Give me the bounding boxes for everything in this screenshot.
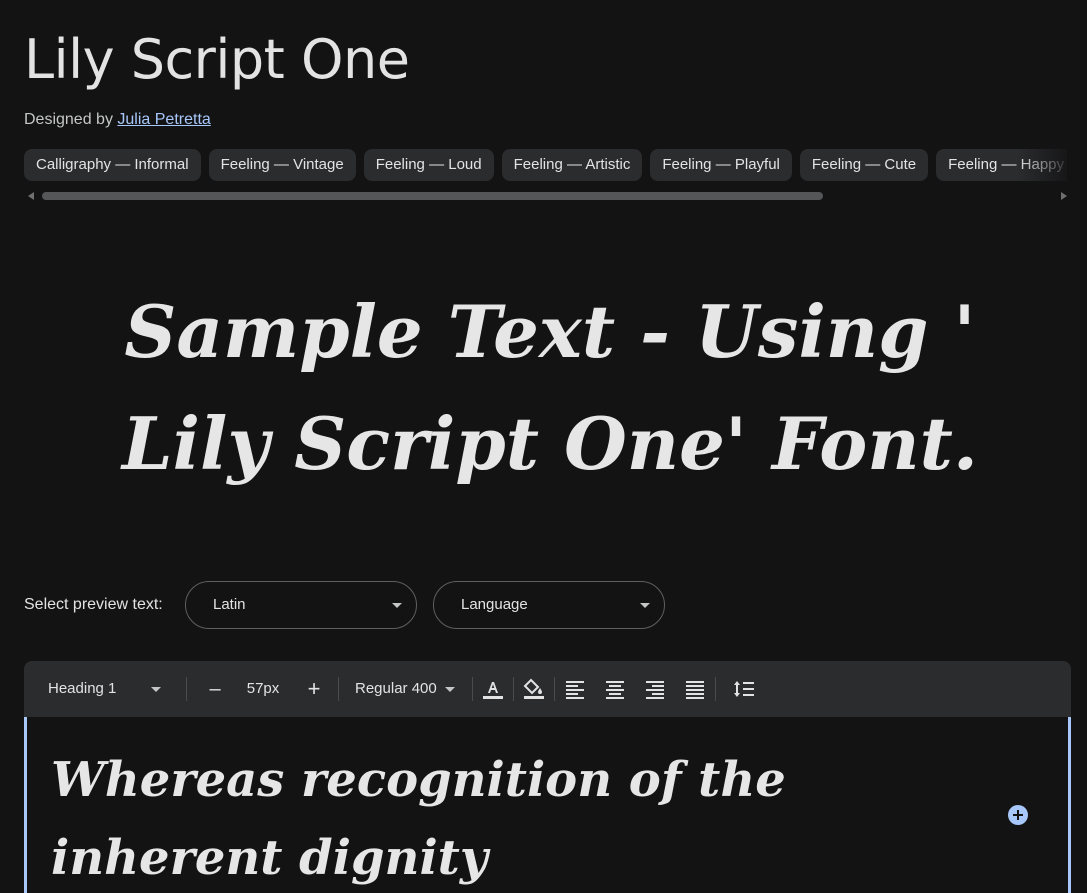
toolbar-divider <box>715 677 716 701</box>
weight-select-value: Regular 400 <box>355 680 437 697</box>
align-center-icon[interactable] <box>603 677 627 701</box>
preview-text-label: Select preview text: <box>24 596 163 613</box>
preview-editor[interactable]: Whereas recognition of the inherent dign… <box>24 717 1071 893</box>
tag-chip[interactable]: Feeling — Playful <box>650 149 792 181</box>
tag-chip[interactable]: Feeling — Artistic <box>501 149 643 181</box>
page-title: Lily Script One <box>24 28 410 91</box>
align-left-icon[interactable] <box>563 677 587 701</box>
line-height-icon[interactable] <box>732 677 756 701</box>
toolbar-divider <box>472 677 473 701</box>
script-select-value: Latin <box>213 596 246 613</box>
editor-toolbar: Heading 1 – 57px + Regular 400 <box>24 661 1071 717</box>
language-select-value: Language <box>461 596 528 613</box>
align-right-icon[interactable] <box>643 677 667 701</box>
style-select[interactable]: Heading 1 <box>48 661 168 717</box>
scrollbar-thumb[interactable] <box>42 192 823 200</box>
language-select[interactable]: Language <box>433 581 665 629</box>
toolbar-divider <box>338 677 339 701</box>
toolbar-divider <box>186 677 187 701</box>
scroll-left-icon[interactable] <box>28 192 34 200</box>
text-color-icon[interactable] <box>481 677 505 701</box>
tag-scrollbar[interactable] <box>24 190 1071 202</box>
chevron-down-icon[interactable] <box>151 687 161 692</box>
decrease-size-button[interactable]: – <box>204 661 226 717</box>
chevron-down-icon[interactable] <box>445 687 455 692</box>
tag-chip[interactable]: Calligraphy — Informal <box>24 149 201 181</box>
toolbar-divider <box>513 677 514 701</box>
font-specimen-page: Lily Script One Designed by Julia Petret… <box>0 0 1087 893</box>
editor-preview-text[interactable]: Whereas recognition of the inherent dign… <box>51 741 951 893</box>
increase-size-button[interactable]: + <box>303 661 325 717</box>
tag-chip[interactable]: Feeling — Cute <box>799 149 929 181</box>
tag-chip[interactable]: Feeling — Loud <box>363 149 494 181</box>
chevron-down-icon <box>392 603 402 608</box>
font-size-value[interactable]: 57px <box>239 661 287 717</box>
sample-text-preview: Sample Text - Using ' Lily Script One' F… <box>122 289 978 486</box>
tag-list: Calligraphy — Informal Feeling — Vintage… <box>24 149 1067 182</box>
toolbar-divider <box>554 677 555 701</box>
add-circle-icon[interactable] <box>1008 805 1028 825</box>
designed-by-label: Designed by <box>24 111 113 128</box>
designer-link[interactable]: Julia Petretta <box>117 111 210 128</box>
script-select[interactable]: Latin <box>185 581 417 629</box>
tag-chip[interactable]: Feeling — Vintage <box>208 149 356 181</box>
scroll-right-icon[interactable] <box>1061 192 1067 200</box>
fill-bucket-icon[interactable] <box>522 677 546 701</box>
align-justify-icon[interactable] <box>683 677 707 701</box>
chevron-down-icon <box>640 603 650 608</box>
designer-line: Designed by Julia Petretta <box>24 111 211 129</box>
weight-select[interactable]: Regular 400 <box>355 661 455 717</box>
tag-list-fade <box>1017 149 1067 182</box>
style-select-value: Heading 1 <box>48 680 117 697</box>
